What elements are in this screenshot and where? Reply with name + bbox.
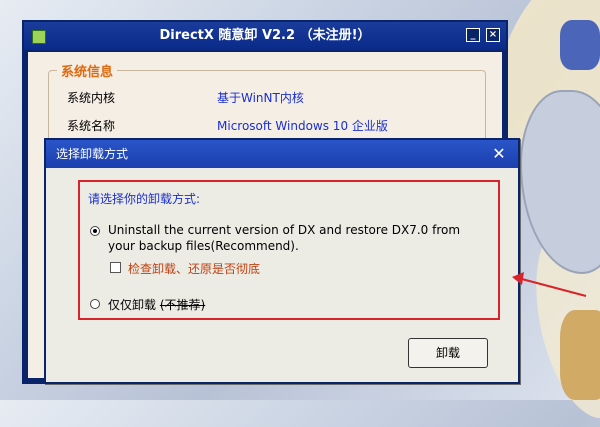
annotation-arrow bbox=[512, 272, 587, 297]
